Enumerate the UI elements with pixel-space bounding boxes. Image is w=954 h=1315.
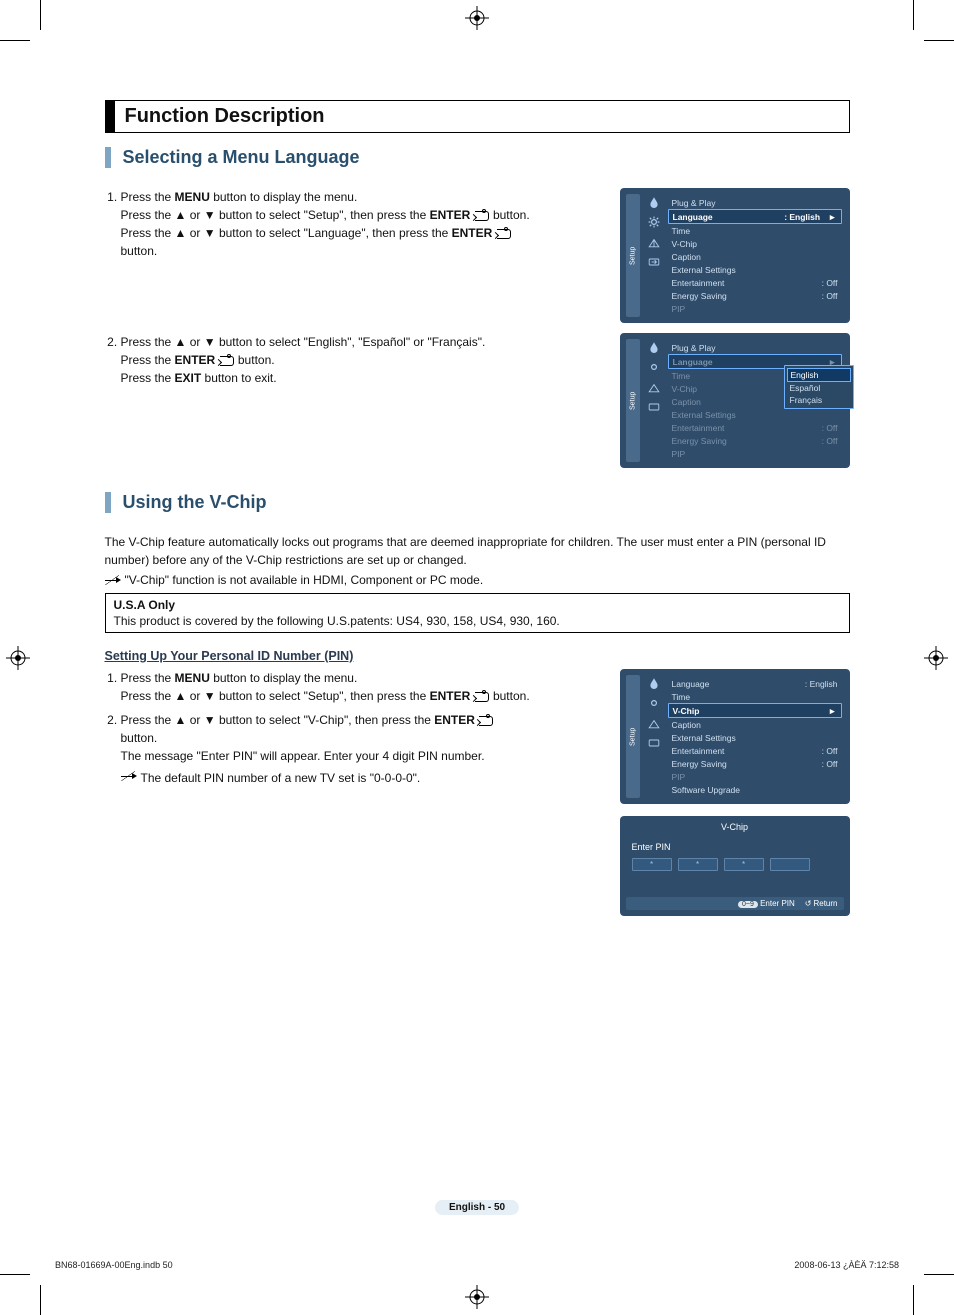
note-arrow-icon [105, 575, 119, 585]
return-icon: Return [805, 899, 838, 908]
antenna-icon [648, 236, 660, 248]
osd-item: Energy Saving: Off [668, 434, 842, 447]
osd-item: Entertainment: Off [668, 276, 842, 289]
osd-item: Language: English► [668, 209, 842, 224]
note-arrow-icon [121, 771, 135, 781]
source-file-name: BN68-01669A-00Eng.indb 50 [55, 1260, 173, 1270]
source-file-timestamp: 2008-06-13 ¿ÀÈÄ 7:12:58 [794, 1260, 899, 1270]
osd-item: Entertainment: Off [668, 421, 842, 434]
vchip-intro: The V-Chip feature automatically locks o… [105, 533, 850, 569]
osd-language-option: English [787, 368, 851, 382]
osd-item: PIP [668, 447, 842, 460]
pin-digit-box: * [678, 858, 718, 871]
osd-item: Time [668, 224, 842, 237]
drop-icon [648, 677, 660, 689]
osd-item: External Settings [668, 731, 842, 744]
osd-item: Caption [668, 718, 842, 731]
osd-item: Entertainment: Off [668, 744, 842, 757]
registration-mark-icon [465, 6, 489, 30]
step-2: Press the ▲ or ▼ button to select "Engli… [121, 333, 604, 387]
osd-item: Language: English [668, 677, 842, 690]
osd-tab-setup: Setup [626, 194, 640, 317]
osd-tab-setup: Setup [626, 339, 640, 462]
osd-menu-language: Setup Plug & PlayLanguage: English►TimeV… [620, 188, 850, 323]
pin-digit-box [770, 858, 810, 871]
enter-icon [497, 229, 511, 239]
vchip-note: "V-Chip" function is not available in HD… [105, 573, 850, 587]
pin-panel-label: Enter PIN [632, 842, 844, 852]
vchip-pin-panel: V-Chip Enter PIN * * * 0~9 Enter PIN Retur… [620, 816, 850, 916]
input-icon [648, 256, 660, 268]
osd-item: External Settings [668, 408, 842, 421]
section-title-vchip: Using the V-Chip [123, 492, 850, 513]
osd-item: Software Upgrade [668, 783, 842, 796]
sub-heading-pin: Setting Up Your Personal ID Number (PIN) [105, 649, 850, 663]
enter-icon [475, 211, 489, 221]
drop-icon [648, 341, 660, 353]
osd-menu-vchip: Setup Language: EnglishTimeV-Chip►Captio… [620, 669, 850, 804]
registration-mark-icon [465, 1285, 489, 1309]
pin-entry-boxes: * * * [626, 858, 844, 871]
page-title: Function Description [105, 100, 850, 133]
osd-item: Caption [668, 250, 842, 263]
step-1: Press the MENU button to display the men… [121, 188, 604, 260]
gear-icon [648, 216, 660, 228]
gear-icon [648, 361, 660, 373]
osd-language-option: Español [787, 382, 851, 394]
usa-only-box: U.S.A Only This product is covered by th… [105, 593, 850, 633]
osd-language-option: Français [787, 394, 851, 406]
drop-icon [648, 196, 660, 208]
osd-list: Language: EnglishTimeV-Chip►CaptionExter… [668, 675, 844, 798]
pin-digit-box: * [724, 858, 764, 871]
enter-icon [479, 716, 493, 726]
input-icon [648, 401, 660, 413]
osd-item: External Settings [668, 263, 842, 276]
registration-mark-icon [924, 646, 948, 670]
osd-item: Energy Saving: Off [668, 757, 842, 770]
pin-step-2: Press the ▲ or ▼ button to select "V-Chi… [121, 711, 604, 787]
osd-tab-setup: Setup [626, 675, 640, 798]
osd-item: V-Chip [668, 237, 842, 250]
osd-item: PIP [668, 302, 842, 315]
osd-item: Energy Saving: Off [668, 289, 842, 302]
osd-item: PIP [668, 770, 842, 783]
osd-item: Plug & Play [668, 341, 842, 354]
pin-step-1: Press the MENU button to display the men… [121, 669, 604, 705]
pin-panel-title: V-Chip [626, 822, 844, 832]
page-number-pill: English - 50 [435, 1200, 519, 1215]
antenna-icon [648, 717, 660, 729]
osd-item: Time [668, 690, 842, 703]
registration-mark-icon [6, 646, 30, 670]
antenna-icon [648, 381, 660, 393]
pin-pill: 0~9 [738, 901, 758, 908]
pin-footer: 0~9 Enter PIN Return [626, 897, 844, 910]
osd-menu-language-options: Setup Plug & PlayLanguage►TimeV-ChipCapt… [620, 333, 850, 468]
section-title-selecting-lang: Selecting a Menu Language [123, 147, 850, 168]
pin-digit-box: * [632, 858, 672, 871]
osd-item: V-Chip► [668, 703, 842, 718]
enter-icon [220, 356, 234, 366]
osd-language-dropdown: EnglishEspañolFrançais [784, 365, 854, 409]
input-icon [648, 737, 660, 749]
gear-icon [648, 697, 660, 709]
osd-list: Plug & PlayLanguage: English►TimeV-ChipC… [668, 194, 844, 317]
osd-item: Plug & Play [668, 196, 842, 209]
enter-icon [475, 692, 489, 702]
